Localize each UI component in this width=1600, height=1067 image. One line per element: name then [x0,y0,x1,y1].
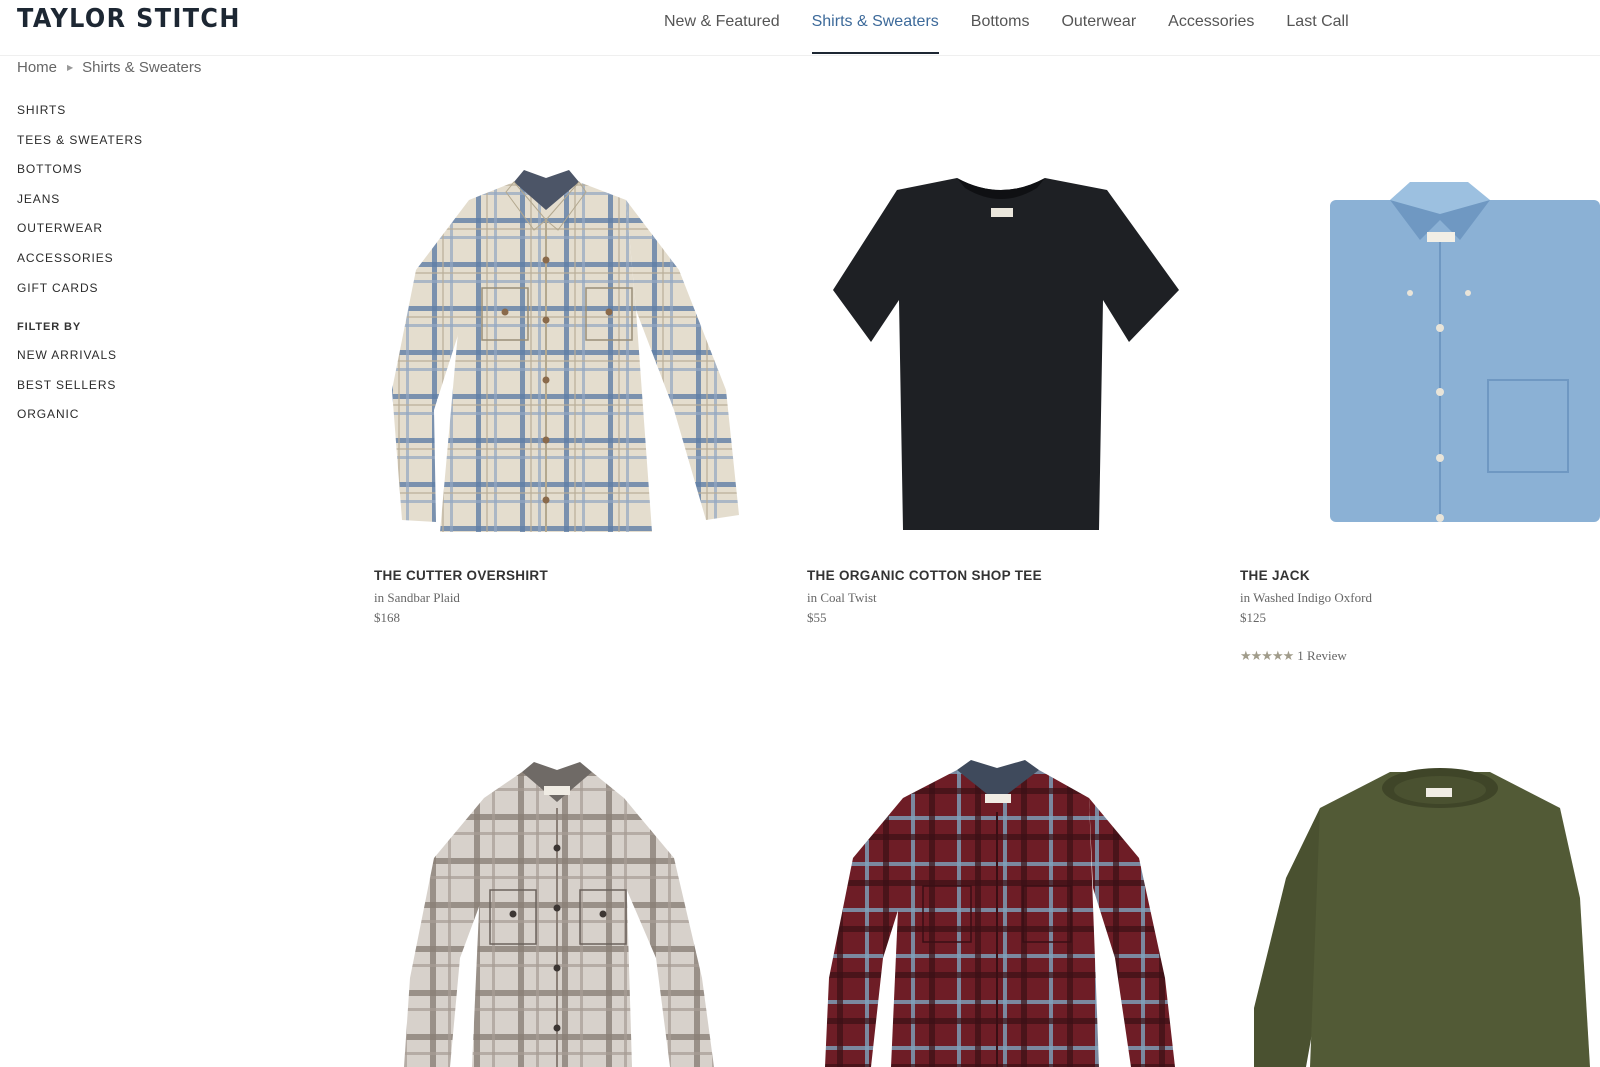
brand-logo[interactable]: TAYLOR STITCH [17,4,241,34]
grey-plaid-shirt-image[interactable] [374,758,774,1067]
plaid-overshirt-image[interactable] [374,160,774,540]
product-rating[interactable]: ★★★★★ 1 Review [1240,648,1347,664]
nav-accessories[interactable]: Accessories [1168,0,1254,55]
product-name[interactable]: THE CUTTER OVERSHIRT [374,568,548,583]
review-count[interactable]: 1 Review [1297,648,1346,664]
olive-sweater-image[interactable] [1240,758,1600,1067]
sidebar-item-accessories[interactable]: ACCESSORIES [17,251,143,281]
breadcrumb-separator-icon: ▶ [67,63,74,72]
sidebar-item-outerwear[interactable]: OUTERWEAR [17,221,143,251]
breadcrumb-home[interactable]: Home [17,59,57,76]
product-price: $125 [1240,610,1266,625]
sidebar-item-shirts[interactable]: SHIRTS [17,103,143,133]
filter-organic[interactable]: ORGANIC [17,407,143,437]
blue-oxford-shirt-image[interactable] [1240,160,1600,540]
star-rating-icon: ★★★★★ [1240,648,1294,663]
filter-by-heading: FILTER BY [17,321,82,334]
main-nav: New & Featured Shirts & Sweaters Bottoms… [664,0,1381,55]
nav-shirts-sweaters[interactable]: Shirts & Sweaters [811,0,939,55]
product-name[interactable]: THE JACK [1240,568,1310,583]
filter-best-sellers[interactable]: BEST SELLERS [17,378,143,408]
product-price: $168 [374,610,400,625]
product-name[interactable]: THE ORGANIC COTTON SHOP TEE [807,568,1042,583]
nav-last-call[interactable]: Last Call [1286,0,1348,55]
black-tee-image[interactable] [807,160,1207,540]
filter-new-arrivals[interactable]: NEW ARRIVALS [17,348,143,378]
nav-bottoms[interactable]: Bottoms [971,0,1030,55]
nav-new-featured[interactable]: New & Featured [664,0,780,55]
sidebar-item-jeans[interactable]: JEANS [17,192,143,222]
red-plaid-shirt-image[interactable] [807,758,1207,1067]
product-price: $55 [807,610,827,625]
nav-outerwear[interactable]: Outerwear [1061,0,1136,55]
sidebar: SHIRTS TEES & SWEATERS BOTTOMS JEANS OUT… [17,103,143,437]
product-color: in Washed Indigo Oxford [1240,590,1372,605]
product-color: in Sandbar Plaid [374,590,460,605]
breadcrumb-current[interactable]: Shirts & Sweaters [82,59,201,76]
sidebar-item-gift-cards[interactable]: GIFT CARDS [17,281,143,311]
sidebar-item-tees-sweaters[interactable]: TEES & SWEATERS [17,133,143,163]
site-header: TAYLOR STITCH New & Featured Shirts & Sw… [0,0,1600,56]
sidebar-item-bottoms[interactable]: BOTTOMS [17,162,143,192]
product-color: in Coal Twist [807,590,877,605]
breadcrumb: Home ▶ Shirts & Sweaters [17,59,201,76]
